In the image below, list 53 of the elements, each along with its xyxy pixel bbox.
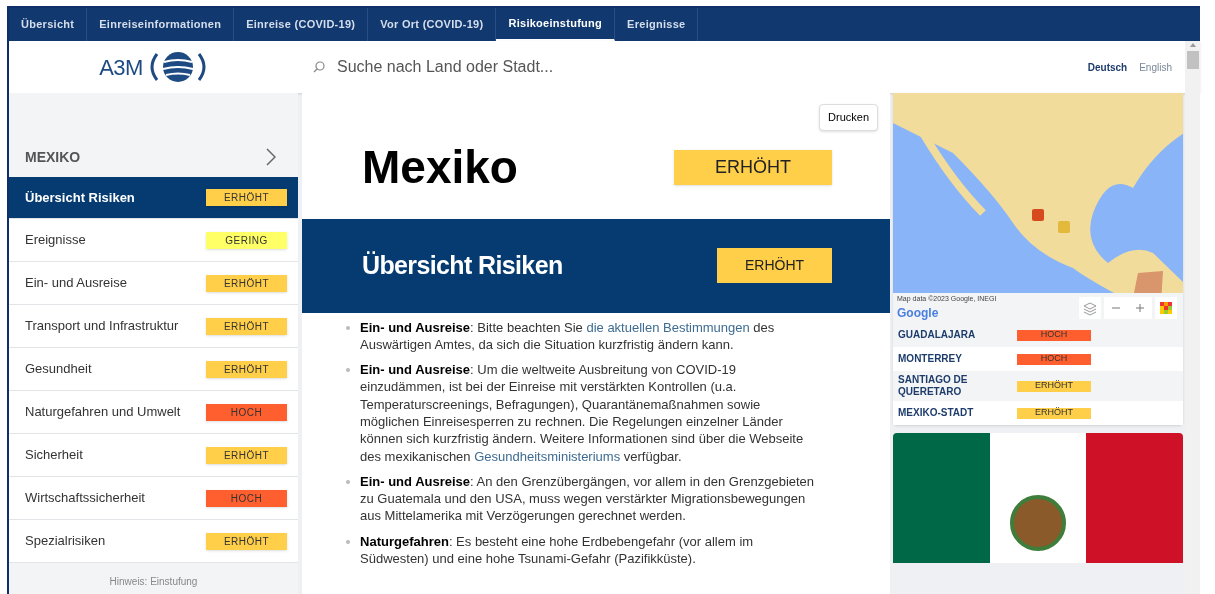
- risk-rating-badge: ERHÖHT: [717, 248, 832, 283]
- logo-text: A3M: [99, 53, 143, 82]
- risk-rating-badge: HOCH: [1017, 353, 1092, 365]
- bullet-icon: [346, 479, 350, 484]
- sidebar-item[interactable]: Ereignisse GERING: [9, 219, 298, 262]
- bullet-text: Naturgefahren: Es besteht eine hohe Erdbebengefahr (vor allem im Südwesten) und eine hohe Tsunami-Gefahr (Pazifikküste).: [360, 532, 755, 568]
- risk-rating-badge: ERHÖHT: [206, 189, 287, 206]
- risk-rating-badge: ERHÖHT: [206, 317, 287, 335]
- print-button[interactable]: Drucken: [819, 104, 879, 131]
- bullet-icon: [346, 368, 350, 373]
- risk-rating-badge: ERHÖHT: [206, 360, 287, 378]
- city-name[interactable]: SANTIAGO DE QUERETARO: [898, 374, 1018, 398]
- bullet-icon: [346, 539, 350, 544]
- country-title: Mexiko: [362, 140, 519, 195]
- city-name[interactable]: GUADALAJARA: [898, 329, 1018, 341]
- risk-rating-badge: HOCH: [1017, 329, 1092, 341]
- language-link[interactable]: Deutsch: [1087, 59, 1128, 75]
- risk-rating-badge: ERHÖHT: [206, 532, 287, 550]
- risk-rating-badge: ERHÖHT: [206, 274, 287, 292]
- map-brand-text: Google: [897, 305, 940, 323]
- search-icon: [313, 61, 325, 73]
- sidebar-item[interactable]: Transport und Infrastruktur ERHÖHT: [9, 305, 298, 348]
- risk-rating-badge: HOCH: [206, 403, 287, 421]
- bullet-text: Ein- und Ausreise: An den Grenzübergängen, vor allem in den Grenzgebieten zu Guatemala und den USA, muss wegen verstärkter Migrationsbewegungen aus Mittelamerika mit Verzögerungen gerechnet werden.: [360, 472, 816, 525]
- risk-rating-badge: GERING: [206, 231, 287, 249]
- text-link[interactable]: die aktuellen Bestimmungen: [586, 319, 750, 335]
- sidebar-item[interactable]: Übersicht Risiken ERHÖHT: [9, 177, 298, 219]
- sidebar-item[interactable]: Sicherheit ERHÖHT: [9, 434, 298, 477]
- sidebar-item[interactable]: Spezialrisiken ERHÖHT: [9, 520, 298, 563]
- city-name[interactable]: MEXIKO-STADT: [898, 407, 1018, 419]
- sidebar-item[interactable]: Wirtschaftssicherheit HOCH: [9, 477, 298, 520]
- text-link[interactable]: Gesundheitsministeriums: [474, 448, 621, 464]
- sidebar-item[interactable]: Ein- und Ausreise ERHÖHT: [9, 262, 298, 305]
- city-name[interactable]: MONTERREY: [898, 353, 1018, 365]
- scrollbar-thumb[interactable]: [1186, 51, 1199, 69]
- heatmap-icon[interactable]: [1155, 297, 1178, 319]
- language-link[interactable]: English: [1139, 59, 1172, 75]
- bullet-text: Ein- und Ausreise: Um die weltweite Ausbreitung von COVID-19 einzudämmen, ist bei der Einreise mit verstärkten Kontrollen (u.a. Temperaturscreenings, Befragungen), Quarantänemaßnahmen sowie möglichen Einreisesperren zu rechnen. Die Regelungen einzelner Länder können sich kurzfristig ändern. Weitere Informationen sind über die Webseite des mexikanischen Gesundheitsministeriums verfügbar.: [360, 361, 805, 465]
- section-title: Übersicht Risiken: [362, 249, 564, 281]
- risk-rating-badge: ERHÖHT: [206, 446, 287, 464]
- bullet-icon: [346, 325, 350, 330]
- risk-rating-badge: HOCH: [206, 489, 287, 507]
- risk-rating-badge: ERHÖHT: [674, 150, 832, 185]
- layers-icon[interactable]: [1079, 297, 1102, 319]
- chevron-right-icon[interactable]: [266, 148, 276, 166]
- country-heading: MEXIKO: [25, 147, 81, 167]
- sidebar-item[interactable]: Gesundheit ERHÖHT: [9, 348, 298, 391]
- bullet-text: Ein- und Ausreise: Bitte beachten Sie die aktuellen Bestimmungen des Auswärtigen Amtes, da sich die Situation kurzfristig ändern kann.: [360, 318, 776, 354]
- risk-rating-badge: ERHÖHT: [1017, 407, 1092, 419]
- sidebar-item[interactable]: Naturgefahren und Umwelt HOCH: [9, 391, 298, 434]
- map-marker-icons[interactable]: [1032, 209, 1071, 233]
- search-field[interactable]: Suche nach Land oder Stadt...: [337, 55, 837, 79]
- risk-rating-badge: ERHÖHT: [1017, 380, 1092, 392]
